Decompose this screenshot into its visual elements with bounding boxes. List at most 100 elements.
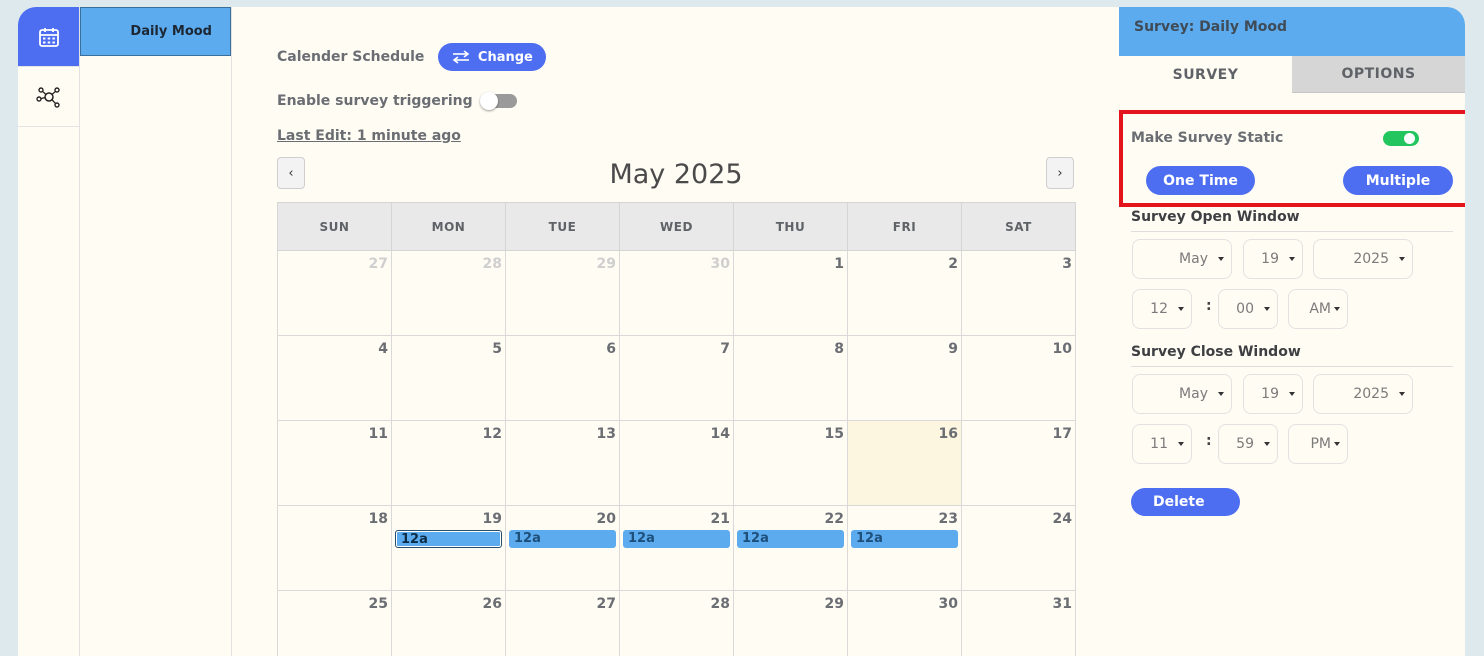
calendar-day-cell[interactable]: 14	[619, 420, 734, 506]
calendar-day-cell[interactable]: 30	[847, 590, 962, 656]
calendar-day-cell[interactable]: 25	[277, 590, 392, 656]
calendar-day-cell[interactable]: 12	[391, 420, 506, 506]
calendar-day-cell[interactable]: 7	[619, 335, 734, 421]
month-title: May 2025	[609, 159, 743, 190]
calendar-day-cell[interactable]: 29	[505, 250, 620, 336]
chevron-down-icon	[1399, 392, 1405, 396]
calendar-day-cell[interactable]: 29	[733, 590, 848, 656]
rail-calendar-button[interactable]	[18, 7, 79, 67]
close-month-select[interactable]: May	[1132, 374, 1232, 414]
calendar-day-cell[interactable]: 18	[277, 505, 392, 591]
calendar-event[interactable]: 12a	[851, 530, 958, 548]
open-minute-select[interactable]: 00	[1218, 289, 1278, 329]
calendar-day-cell[interactable]: 20 12a	[505, 505, 620, 591]
day-number: 20	[596, 511, 616, 527]
calendar-week-row: 18 19 12a 20 12a 21 12a 22 12a 23 12a 24	[277, 505, 1076, 591]
calendar-day-cell[interactable]: 28	[619, 590, 734, 656]
calendar-day-cell[interactable]: 11	[277, 420, 392, 506]
calendar-day-cell[interactable]: 27	[505, 590, 620, 656]
open-hour-select[interactable]: 12	[1132, 289, 1192, 329]
close-minute-select[interactable]: 59	[1218, 424, 1278, 464]
open-ampm-select[interactable]: AM	[1288, 289, 1348, 329]
open-day-select[interactable]: 19	[1243, 239, 1303, 279]
calendar-day-cell[interactable]: 26	[391, 590, 506, 656]
chevron-down-icon	[1218, 392, 1224, 396]
next-month-button[interactable]: ›	[1046, 157, 1074, 189]
chevron-down-icon	[1334, 442, 1340, 446]
static-survey-toggle[interactable]	[1383, 131, 1419, 146]
calendar-day-cell[interactable]: 22 12a	[733, 505, 848, 591]
tab-survey[interactable]: SURVEY	[1119, 56, 1292, 93]
day-number: 24	[1052, 511, 1072, 527]
calendar-day-cell[interactable]: 8	[733, 335, 848, 421]
calendar-day-cell[interactable]: 30	[619, 250, 734, 336]
calendar-week-row: 27 28 29 30 1 2 3	[277, 250, 1076, 336]
calendar-day-cell[interactable]: 5	[391, 335, 506, 421]
chevron-down-icon	[1399, 257, 1405, 261]
calendar-day-cell[interactable]: 2	[847, 250, 962, 336]
calendar-icon	[39, 27, 59, 47]
day-number: 10	[1052, 341, 1072, 357]
close-ampm-select[interactable]: PM	[1288, 424, 1348, 464]
calendar-event[interactable]: 12a	[623, 530, 730, 548]
calendar-day-cell[interactable]: 28	[391, 250, 506, 336]
calendar-day-cell[interactable]: 16	[847, 420, 962, 506]
multiple-button[interactable]: Multiple	[1343, 166, 1453, 195]
open-month-select[interactable]: May	[1132, 239, 1232, 279]
close-day-select[interactable]: 19	[1243, 374, 1303, 414]
calendar-day-cell[interactable]: 3	[961, 250, 1076, 336]
calendar-day-cell[interactable]: 6	[505, 335, 620, 421]
calendar-event[interactable]: 12a	[395, 530, 502, 548]
chevron-down-icon	[1264, 442, 1270, 446]
calendar-day-cell[interactable]: 10	[961, 335, 1076, 421]
trigger-label: Enable survey triggering	[277, 93, 473, 109]
change-schedule-label: Change	[477, 49, 533, 65]
close-day-value: 19	[1261, 386, 1279, 402]
day-number: 21	[710, 511, 730, 527]
network-graph-icon	[36, 86, 60, 108]
close-year-value: 2025	[1353, 386, 1389, 402]
close-hour-select[interactable]: 11	[1132, 424, 1192, 464]
calendar-day-cell[interactable]: 13	[505, 420, 620, 506]
weekday-header: MON	[391, 202, 506, 251]
rail-network-button[interactable]	[18, 67, 79, 127]
panel-tabs: SURVEY OPTIONS	[1119, 56, 1465, 93]
weekday-header: WED	[619, 202, 734, 251]
static-survey-section: Make Survey Static One Time Multiple	[1119, 110, 1465, 207]
change-schedule-button[interactable]: Change	[438, 43, 547, 71]
calendar-day-cell[interactable]: 1	[733, 250, 848, 336]
open-window-title: Survey Open Window	[1131, 209, 1300, 225]
calendar-day-cell[interactable]: 9	[847, 335, 962, 421]
calendar-day-cell[interactable]: 31	[961, 590, 1076, 656]
calendar-day-cell[interactable]: 19 12a	[391, 505, 506, 591]
chevron-down-icon	[1289, 392, 1295, 396]
close-year-select[interactable]: 2025	[1313, 374, 1413, 414]
schedule-type-label: Calender Schedule	[277, 49, 425, 65]
calendar-day-cell[interactable]: 21 12a	[619, 505, 734, 591]
one-time-button[interactable]: One Time	[1146, 166, 1255, 195]
delete-button[interactable]: Delete	[1131, 488, 1240, 516]
calendar-day-cell[interactable]: 15	[733, 420, 848, 506]
time-separator: :	[1206, 298, 1212, 314]
calendar-day-cell[interactable]: 24	[961, 505, 1076, 591]
calendar-day-cell[interactable]: 27	[277, 250, 392, 336]
day-number: 11	[368, 426, 388, 442]
calendar-event[interactable]: 12a	[737, 530, 844, 548]
day-number: 5	[492, 341, 502, 357]
survey-settings-panel: Survey: Daily Mood SURVEY OPTIONS Make S…	[1119, 7, 1465, 656]
calendar-event[interactable]: 12a	[509, 530, 616, 548]
day-number: 18	[368, 511, 388, 527]
day-number: 28	[710, 596, 730, 612]
day-number: 3	[1062, 256, 1072, 272]
calendar-day-cell[interactable]: 4	[277, 335, 392, 421]
calendar-day-cell[interactable]: 23 12a	[847, 505, 962, 591]
day-number: 6	[606, 341, 616, 357]
survey-list-item-daily-mood[interactable]: Daily Mood	[80, 7, 231, 56]
calendar-day-cell[interactable]: 17	[961, 420, 1076, 506]
last-edit-link[interactable]: Last Edit: 1 minute ago	[277, 128, 461, 144]
day-number: 23	[938, 511, 958, 527]
tab-options[interactable]: OPTIONS	[1292, 56, 1465, 93]
open-year-select[interactable]: 2025	[1313, 239, 1413, 279]
toggle-knob	[1404, 133, 1415, 144]
trigger-toggle[interactable]	[479, 92, 517, 110]
